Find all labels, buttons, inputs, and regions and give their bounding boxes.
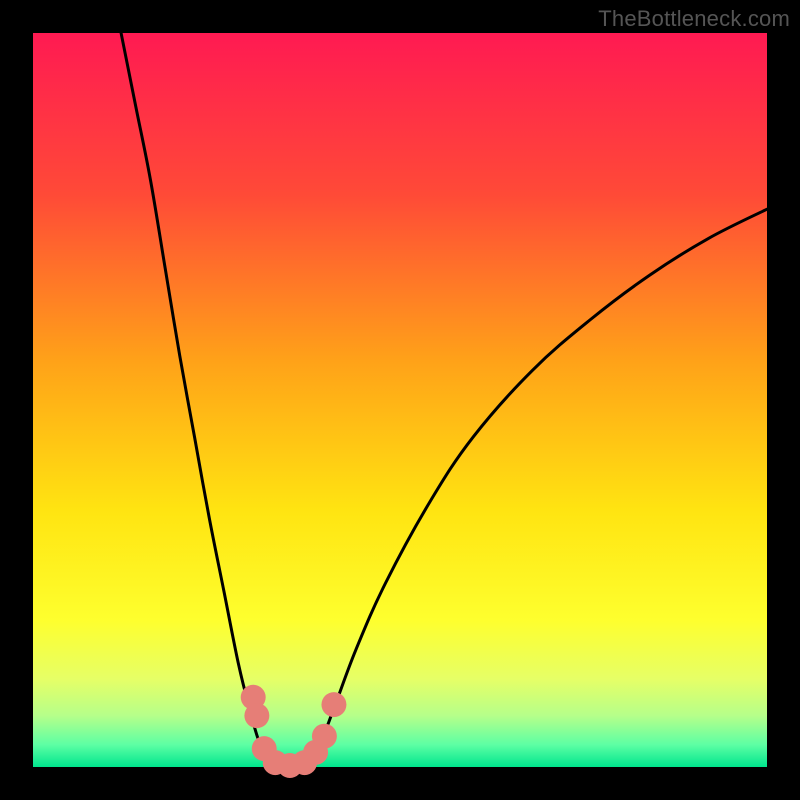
marker-dot	[312, 724, 337, 749]
chart-frame: TheBottleneck.com	[0, 0, 800, 800]
marker-dot	[321, 692, 346, 717]
bottleneck-chart	[0, 0, 800, 800]
marker-dot	[244, 703, 269, 728]
